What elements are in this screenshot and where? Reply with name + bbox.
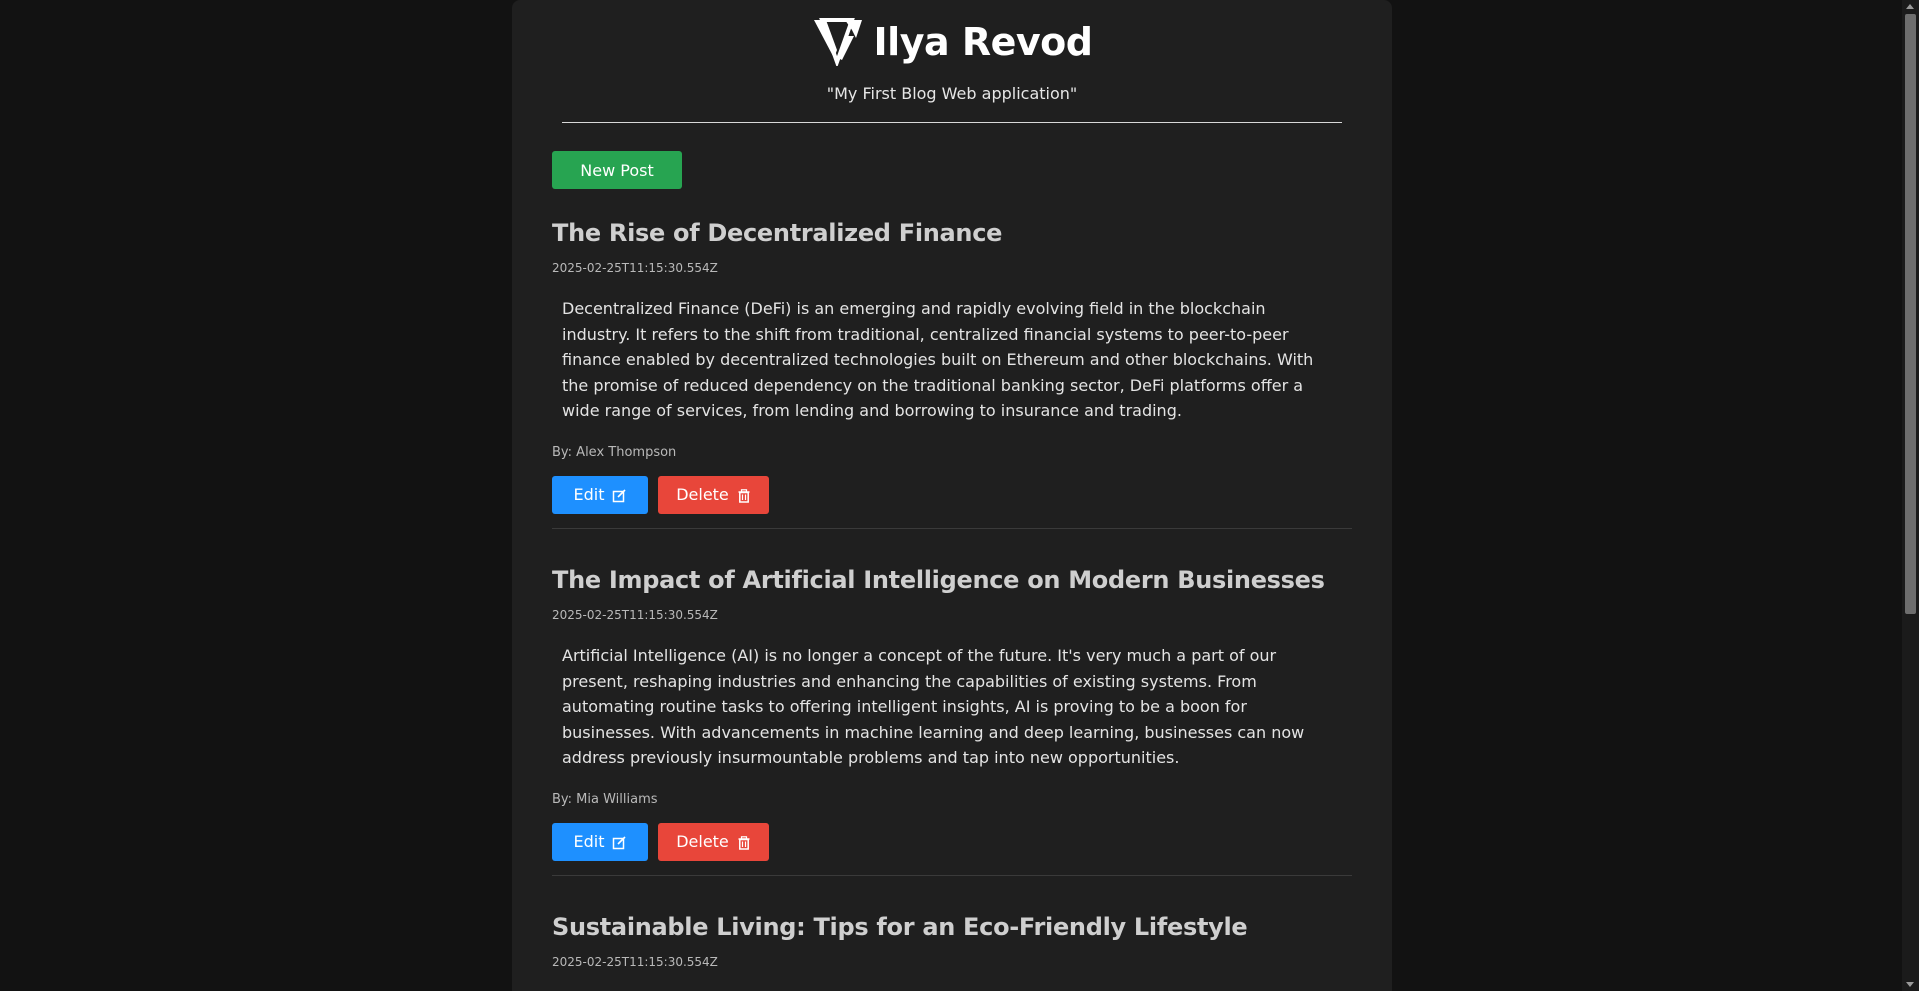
delete-button[interactable]: Delete <box>658 822 769 861</box>
delete-button-label: Delete <box>676 485 729 505</box>
page-scrollbar[interactable] <box>1902 0 1919 991</box>
delete-button-label: Delete <box>676 832 729 852</box>
post-author: By: Alex Thompson <box>552 444 677 460</box>
tagline: "My First Blog Web application" <box>826 84 1078 103</box>
post-title[interactable]: The Impact of Artificial Intelligence on… <box>552 565 1352 595</box>
edit-icon <box>612 835 627 850</box>
edit-button-label: Edit <box>573 485 605 505</box>
brand-name: Ilya Revod <box>873 20 1093 64</box>
trash-icon <box>737 835 751 850</box>
brand[interactable]: Ilya Revod <box>812 18 1093 68</box>
post-date: 2025-02-25T11:15:30.554Z <box>552 954 718 969</box>
scroll-down-icon[interactable] <box>1906 982 1914 987</box>
post-card: Sustainable Living: Tips for an Eco-Frie… <box>552 912 1352 970</box>
site-header: Ilya Revod "My First Blog Web applicatio… <box>512 0 1392 123</box>
edit-button-label: Edit <box>573 832 605 852</box>
main-content: New Post The Rise of Decentralized Finan… <box>512 123 1392 970</box>
post-body: Decentralized Finance (DeFi) is an emerg… <box>562 299 1314 421</box>
delete-button[interactable]: Delete <box>658 475 769 514</box>
edit-button[interactable]: Edit <box>552 475 648 514</box>
blog-page: Ilya Revod "My First Blog Web applicatio… <box>512 0 1392 991</box>
post-card: The Rise of Decentralized Finance 2025-0… <box>552 218 1352 529</box>
post-actions: Edit Delete <box>552 475 1352 514</box>
edit-icon <box>612 488 627 503</box>
new-post-button[interactable]: New Post <box>552 151 682 189</box>
post-author: By: Mia Williams <box>552 791 658 807</box>
scroll-thumb[interactable] <box>1905 14 1916 614</box>
vi-logo-icon <box>812 18 864 68</box>
trash-icon <box>737 488 751 503</box>
post-card: The Impact of Artificial Intelligence on… <box>552 565 1352 876</box>
edit-button[interactable]: Edit <box>552 822 648 861</box>
scroll-up-icon[interactable] <box>1906 4 1914 9</box>
post-date: 2025-02-25T11:15:30.554Z <box>552 607 718 622</box>
post-title[interactable]: Sustainable Living: Tips for an Eco-Frie… <box>552 912 1352 942</box>
post-body: Artificial Intelligence (AI) is no longe… <box>562 645 1305 768</box>
post-actions: Edit Delete <box>552 822 1352 861</box>
post-date: 2025-02-25T11:15:30.554Z <box>552 261 718 275</box>
post-title[interactable]: The Rise of Decentralized Finance <box>552 218 1352 248</box>
